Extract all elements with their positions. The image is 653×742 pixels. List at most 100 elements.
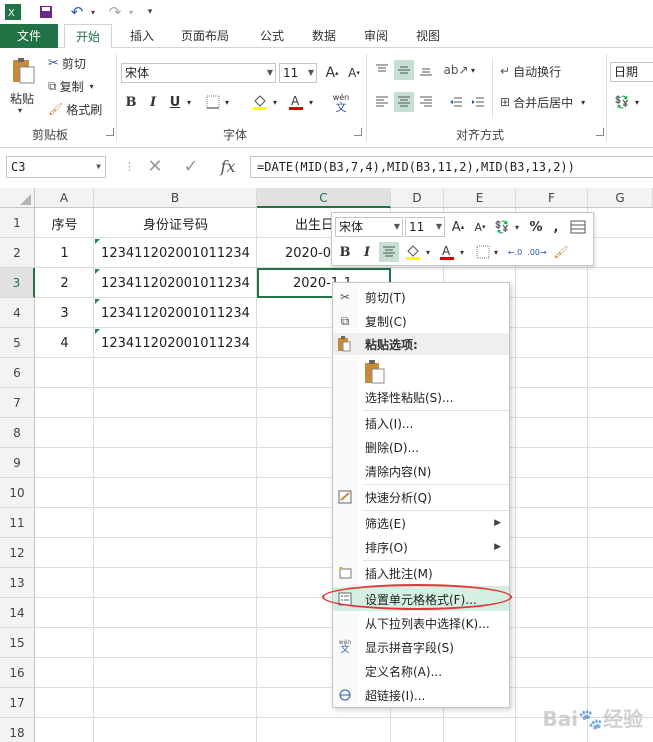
align-right-icon[interactable] bbox=[416, 92, 436, 112]
insert-function-icon[interactable]: fx bbox=[214, 156, 242, 178]
cell-a5[interactable]: 4 bbox=[35, 328, 94, 358]
font-name-combo[interactable]: 宋体 ▼ bbox=[121, 63, 276, 83]
menu-item-copy[interactable]: ⧉ 复制(C) bbox=[333, 309, 509, 333]
grow-font-icon[interactable]: A ▴ bbox=[322, 63, 342, 83]
mini-border-dropdown-icon[interactable]: ▾ bbox=[491, 242, 501, 262]
enter-icon[interactable]: ✓ bbox=[178, 156, 204, 178]
menu-item-paste-special[interactable]: 选择性粘贴(S)... bbox=[333, 385, 509, 409]
border-icon[interactable] bbox=[203, 92, 223, 112]
error-indicator-icon[interactable] bbox=[95, 269, 100, 274]
mini-italic-button[interactable]: I bbox=[357, 242, 377, 262]
undo-icon[interactable]: ↶ bbox=[66, 2, 88, 22]
row-header-16[interactable]: 16 bbox=[0, 658, 35, 688]
customize-qat-icon[interactable]: ▾ bbox=[144, 2, 156, 22]
orientation-dropdown-icon[interactable]: ▾ bbox=[468, 60, 478, 80]
copy-button[interactable]: ⧉ 复制 ▾ bbox=[48, 77, 94, 95]
row-header-4[interactable]: 4 bbox=[0, 298, 35, 328]
row-header-14[interactable]: 14 bbox=[0, 598, 35, 628]
row-header-12[interactable]: 12 bbox=[0, 538, 35, 568]
row-header-7[interactable]: 7 bbox=[0, 388, 35, 418]
tab-insert[interactable]: 插入 bbox=[118, 24, 166, 48]
drag-handle-icon[interactable]: ⋮ bbox=[124, 160, 135, 174]
row-header-11[interactable]: 11 bbox=[0, 508, 35, 538]
mini-table-format-icon[interactable] bbox=[568, 217, 588, 237]
copy-dropdown-icon[interactable]: ▾ bbox=[90, 82, 94, 91]
column-header-g[interactable]: G bbox=[588, 188, 653, 208]
clipboard-launcher-icon[interactable] bbox=[106, 128, 114, 136]
mini-fill-dropdown-icon[interactable]: ▾ bbox=[423, 242, 433, 262]
row-header-17[interactable]: 17 bbox=[0, 688, 35, 718]
mini-fill-color-icon[interactable] bbox=[403, 242, 423, 262]
mini-format-painter-icon[interactable]: 🖌 bbox=[551, 242, 571, 262]
menu-item-cut[interactable]: ✂ 剪切(T) bbox=[333, 285, 509, 309]
row-header-1[interactable]: 1 bbox=[0, 208, 35, 238]
cut-button[interactable]: ✂ 剪切 bbox=[48, 54, 86, 72]
align-left-icon[interactable] bbox=[372, 92, 392, 112]
align-center-icon[interactable] bbox=[394, 92, 414, 112]
row-header-18[interactable]: 18 bbox=[0, 718, 35, 742]
bold-button[interactable]: B bbox=[121, 92, 141, 112]
row-header-13[interactable]: 13 bbox=[0, 568, 35, 598]
menu-item-pick-from-list[interactable]: 从下拉列表中选择(K)... bbox=[333, 611, 509, 635]
font-color-icon[interactable]: A bbox=[286, 92, 306, 112]
row-header-6[interactable]: 6 bbox=[0, 358, 35, 388]
menu-item-delete[interactable]: 删除(D)... bbox=[333, 435, 509, 459]
error-indicator-icon[interactable] bbox=[95, 299, 100, 304]
accounting-dropdown-icon[interactable]: ▾ bbox=[632, 92, 642, 112]
name-box[interactable]: C3 ▼ bbox=[6, 156, 106, 178]
cell-b1[interactable]: 身份证号码 bbox=[94, 208, 257, 238]
cell-b2[interactable]: 123411202001011234 bbox=[94, 238, 257, 268]
mini-comma-button[interactable]: , bbox=[546, 217, 566, 237]
tab-data[interactable]: 数据 bbox=[300, 24, 348, 48]
row-header-8[interactable]: 8 bbox=[0, 418, 35, 448]
cell-c2[interactable]: 2020-0 bbox=[257, 238, 331, 268]
cell-a1[interactable]: 序号 bbox=[35, 208, 94, 238]
mini-font-color-dropdown-icon[interactable]: ▾ bbox=[457, 242, 467, 262]
worksheet-grid[interactable]: A B C D E F G 1 2 3 4 5 6 7 8 9 10 11 12 13 14 15 16 17 1… bbox=[0, 188, 653, 742]
decrease-indent-icon[interactable] bbox=[446, 92, 466, 112]
column-header-f[interactable]: F bbox=[516, 188, 588, 208]
tab-home[interactable]: 开始 bbox=[64, 24, 112, 49]
cell-b5[interactable]: 123411202001011234 bbox=[94, 328, 257, 358]
tab-view[interactable]: 视图 bbox=[404, 24, 452, 48]
align-middle-icon[interactable] bbox=[394, 60, 414, 80]
menu-item-hyperlink[interactable]: 超链接(I)... bbox=[333, 683, 509, 707]
menu-item-quick-analysis[interactable]: 快速分析(Q) bbox=[333, 485, 509, 509]
menu-item-clear-contents[interactable]: 清除内容(N) bbox=[333, 459, 509, 483]
border-dropdown-icon[interactable]: ▾ bbox=[222, 92, 232, 112]
undo-dropdown-icon[interactable]: ▾ bbox=[88, 2, 98, 22]
increase-decimal-icon[interactable]: ←.0 bbox=[505, 242, 525, 262]
fill-color-icon[interactable] bbox=[250, 92, 270, 112]
tab-review[interactable]: 审阅 bbox=[352, 24, 400, 48]
orientation-icon[interactable]: ab↗ bbox=[443, 60, 468, 80]
fill-color-dropdown-icon[interactable]: ▾ bbox=[270, 92, 280, 112]
cell-a3[interactable]: 2 bbox=[35, 268, 94, 298]
formula-input[interactable]: =DATE(MID(B3,7,4),MID(B3,11,2),MID(B3,13… bbox=[250, 156, 653, 178]
mini-center-icon[interactable] bbox=[379, 242, 399, 262]
select-all-corner[interactable] bbox=[0, 188, 35, 208]
underline-button[interactable]: U bbox=[165, 92, 185, 112]
column-header-a[interactable]: A bbox=[35, 188, 94, 208]
mini-font-color-icon[interactable]: A bbox=[437, 242, 457, 262]
paste-icon[interactable] bbox=[8, 56, 38, 86]
mini-bold-button[interactable]: B bbox=[335, 242, 355, 262]
cell-a4[interactable]: 3 bbox=[35, 298, 94, 328]
mini-border-icon[interactable] bbox=[473, 242, 493, 262]
menu-item-define-name[interactable]: 定义名称(A)... bbox=[333, 659, 509, 683]
mini-font-name-combo[interactable]: 宋体 ▼ bbox=[335, 217, 403, 237]
redo-dropdown-icon[interactable]: ▾ bbox=[126, 2, 136, 22]
cancel-icon[interactable]: ✕ bbox=[142, 156, 168, 178]
font-size-combo[interactable]: 11 ▼ bbox=[279, 63, 317, 83]
cell-a2[interactable]: 1 bbox=[35, 238, 94, 268]
row-header-10[interactable]: 10 bbox=[0, 478, 35, 508]
row-header-15[interactable]: 15 bbox=[0, 628, 35, 658]
font-launcher-icon[interactable] bbox=[354, 128, 362, 136]
menu-item-phonetic[interactable]: wén 文 显示拼音字段(S) bbox=[333, 635, 509, 659]
phonetic-guide-button[interactable]: wén 文 bbox=[328, 90, 354, 116]
merge-center-button[interactable]: ⊞ 合并后居中 ▾ bbox=[500, 93, 585, 111]
chevron-down-icon[interactable]: ▼ bbox=[96, 157, 101, 177]
accounting-format-icon[interactable]: 💱 bbox=[612, 92, 632, 112]
increase-indent-icon[interactable] bbox=[468, 92, 488, 112]
number-format-combo[interactable]: 日期 bbox=[610, 62, 653, 82]
mini-grow-font-icon[interactable]: A ▴ bbox=[448, 217, 468, 237]
